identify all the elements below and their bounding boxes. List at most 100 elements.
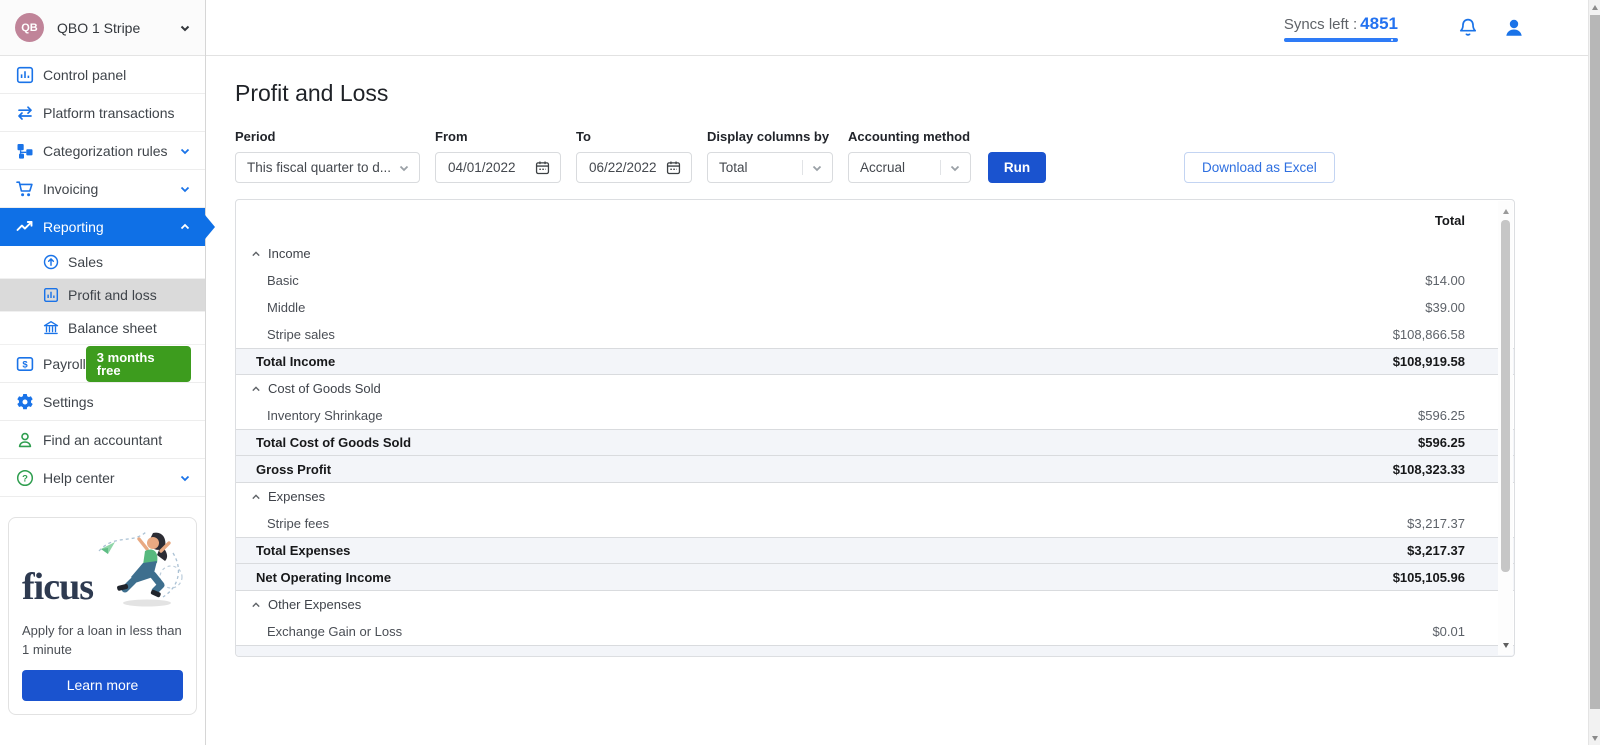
chevron-down-icon xyxy=(179,145,191,157)
learn-more-button[interactable]: Learn more xyxy=(22,670,183,701)
sidebar-item-label: Sales xyxy=(68,254,103,270)
table-body: Total IncomeBasic$14.00Middle$39.00Strip… xyxy=(236,200,1514,656)
download-as-excel-button[interactable]: Download as Excel xyxy=(1184,152,1335,183)
chevron-down-icon xyxy=(398,162,410,174)
display-columns-value: Total xyxy=(719,160,796,175)
row-label: Total Cost of Goods Sold xyxy=(256,435,411,450)
platform-transactions-icon xyxy=(15,103,35,123)
account-switcher[interactable]: QB QBO 1 Stripe xyxy=(0,0,205,56)
page-scrollbar[interactable] xyxy=(1588,0,1600,745)
sidebar-item-balance-sheet[interactable]: Balance sheet xyxy=(0,312,205,345)
ad-hero: ficus xyxy=(22,530,183,614)
account-name: QBO 1 Stripe xyxy=(57,20,179,36)
sidebar-item-help-center[interactable]: ? Help center xyxy=(0,459,205,497)
from-date-value: 04/01/2022 xyxy=(448,160,534,175)
chevron-down-icon xyxy=(179,183,191,195)
sidebar-item-payroll[interactable]: $ Payroll3 months free xyxy=(0,345,205,383)
sidebar-item-label: Platform transactions xyxy=(43,105,175,121)
calendar-icon[interactable] xyxy=(534,159,551,176)
help-icon: ? xyxy=(15,468,35,488)
svg-text:?: ? xyxy=(22,473,28,484)
find-accountant-icon xyxy=(15,430,35,450)
row-label: Stripe fees xyxy=(267,516,329,531)
scroll-up-arrow[interactable] xyxy=(1589,0,1600,14)
payroll-promo-badge: 3 months free xyxy=(86,346,191,382)
sidebar-item-label: Control panel xyxy=(43,67,126,83)
sidebar: QB QBO 1 Stripe Control panel Platform tr… xyxy=(0,0,206,745)
table-row-total-income: Total Income$108,919.58 xyxy=(236,348,1514,375)
table-row-expenses[interactable]: Expenses xyxy=(236,483,1514,510)
collapse-caret-icon[interactable] xyxy=(251,249,261,259)
sidebar-item-find-an-accountant[interactable]: Find an accountant xyxy=(0,421,205,459)
balance-sheet-icon xyxy=(42,319,60,337)
sidebar-item-profit-and-loss[interactable]: Profit and loss xyxy=(0,279,205,312)
syncs-left-indicator: Syncs left :4851 xyxy=(1284,14,1398,42)
accounting-method-filter: Accounting method Accrual xyxy=(848,129,971,183)
period-select[interactable]: This fiscal quarter to d... xyxy=(235,152,420,183)
sidebar-item-settings[interactable]: Settings xyxy=(0,383,205,421)
settings-icon xyxy=(15,392,35,412)
sidebar-item-label: Payroll xyxy=(43,356,86,372)
bell-icon[interactable] xyxy=(1456,16,1480,40)
sidebar-item-reporting[interactable]: Reporting xyxy=(0,208,205,246)
chevron-up-icon xyxy=(179,221,191,233)
from-date-input[interactable]: 04/01/2022 xyxy=(435,152,561,183)
table-scrollbar[interactable] xyxy=(1498,201,1513,655)
row-label: Expenses xyxy=(268,489,325,504)
row-label: Total Income xyxy=(256,354,335,369)
from-label: From xyxy=(435,129,561,144)
sidebar-item-categorization-rules[interactable]: Categorization rules xyxy=(0,132,205,170)
ad-illustration xyxy=(95,525,183,614)
sidebar-item-control-panel[interactable]: Control panel xyxy=(0,56,205,94)
sidebar-item-label: Categorization rules xyxy=(43,143,168,159)
table-row-other-expenses[interactable]: Other Expenses xyxy=(236,591,1514,618)
calendar-icon[interactable] xyxy=(665,159,682,176)
row-label: Stripe sales xyxy=(267,327,335,342)
row-label: Inventory Shrinkage xyxy=(267,408,383,423)
table-row-net-operating-income: Net Operating Income$105,105.96 xyxy=(236,564,1514,591)
row-label: Net Operating Income xyxy=(256,570,391,585)
sidebar-item-invoicing[interactable]: Invoicing xyxy=(0,170,205,208)
ficus-logo: ficus xyxy=(22,568,93,606)
row-label: Exchange Gain or Loss xyxy=(267,624,402,639)
display-columns-select[interactable]: Total xyxy=(707,152,833,183)
to-label: To xyxy=(576,129,692,144)
scroll-up-arrow[interactable] xyxy=(1498,203,1513,219)
page-scrollbar-thumb[interactable] xyxy=(1590,15,1600,709)
table-scrollbar-thumb[interactable] xyxy=(1501,220,1510,572)
scroll-down-arrow[interactable] xyxy=(1498,637,1513,653)
sidebar-item-sales[interactable]: Sales xyxy=(0,246,205,279)
chevron-down-icon xyxy=(949,162,961,174)
to-date-input[interactable]: 06/22/2022 xyxy=(576,152,692,183)
svg-text:$: $ xyxy=(22,359,28,370)
main-content: Profit and Loss Period This fiscal quart… xyxy=(206,56,1588,745)
row-label: Income xyxy=(268,246,311,261)
table-row-cost-of-goods-sold[interactable]: Cost of Goods Sold xyxy=(236,375,1514,402)
table-row-income[interactable]: Income xyxy=(236,240,1514,267)
collapse-caret-icon[interactable] xyxy=(251,492,261,502)
user-avatar-icon[interactable] xyxy=(1502,16,1526,40)
table-row-inventory-shrinkage: Inventory Shrinkage$596.25 xyxy=(236,402,1514,429)
collapse-caret-icon[interactable] xyxy=(251,600,261,610)
table-row-total-cost-of-goods-sold: Total Cost of Goods Sold$596.25 xyxy=(236,429,1514,456)
reporting-icon xyxy=(15,217,35,237)
accounting-method-label: Accounting method xyxy=(848,129,971,144)
chevron-down-icon xyxy=(179,22,191,34)
total-column-header: Total xyxy=(1435,213,1465,228)
chevron-down-icon xyxy=(811,162,823,174)
scroll-down-arrow[interactable] xyxy=(1589,731,1600,745)
sidebar-item-label: Help center xyxy=(43,470,115,486)
ad-text: Apply for a loan in less than 1 minute xyxy=(22,622,183,660)
table-row-exchange-gain-or-loss: Exchange Gain or Loss$0.01 xyxy=(236,618,1514,645)
sidebar-item-label: Reporting xyxy=(43,219,104,235)
period-value: This fiscal quarter to d... xyxy=(247,160,398,175)
row-label: Gross Profit xyxy=(256,462,331,477)
sidebar-item-platform-transactions[interactable]: Platform transactions xyxy=(0,94,205,132)
collapse-caret-icon[interactable] xyxy=(251,384,261,394)
sidebar-item-label: Profit and loss xyxy=(68,287,157,303)
syncs-progress-bar xyxy=(1284,38,1398,42)
invoicing-icon xyxy=(15,179,35,199)
accounting-method-select[interactable]: Accrual xyxy=(848,152,971,183)
row-label: Basic xyxy=(267,273,299,288)
run-button[interactable]: Run xyxy=(988,152,1046,183)
